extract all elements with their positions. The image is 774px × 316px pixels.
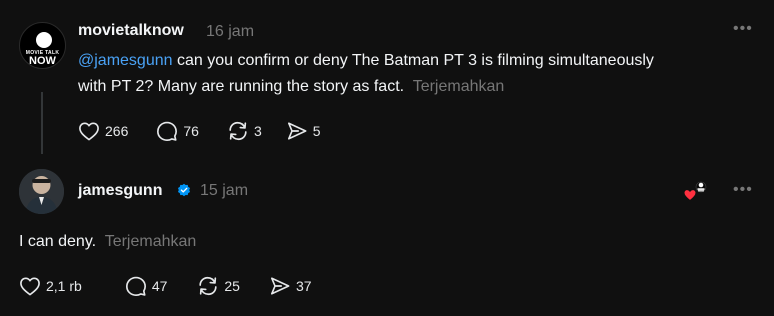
repost-icon xyxy=(229,121,247,141)
username-jamesgunn[interactable]: jamesgunn xyxy=(78,182,162,200)
post-time[interactable]: 15 jam xyxy=(200,182,248,200)
share-count: 5 xyxy=(312,123,321,139)
like-button[interactable]: 2,1 rb xyxy=(19,276,82,296)
send-icon xyxy=(287,122,307,140)
send-icon xyxy=(270,277,290,295)
mention-link[interactable]: @jamesgunn xyxy=(78,52,173,69)
avatar-jamesgunn[interactable] xyxy=(19,169,64,214)
post2-actions: 2,1 rb 47 25 37 xyxy=(19,275,312,297)
repost-button[interactable]: 25 xyxy=(197,275,240,297)
repost-count: 3 xyxy=(253,123,262,139)
like-count: 2,1 rb xyxy=(46,278,82,294)
comment-icon xyxy=(125,276,146,296)
post-time[interactable]: 16 jam xyxy=(206,23,254,41)
repost-button[interactable]: 3 xyxy=(227,120,262,142)
author-liked-icon xyxy=(683,181,707,202)
author-liked-indicator[interactable] xyxy=(683,181,709,203)
translate-link[interactable]: Terjemahkan xyxy=(105,233,197,250)
heart-icon xyxy=(79,122,99,141)
post-text: @jamesgunn can you confirm or deny The B… xyxy=(78,48,758,100)
more-options-icon[interactable]: ••• xyxy=(733,181,753,199)
like-button[interactable]: 266 xyxy=(78,121,128,141)
share-button[interactable]: 5 xyxy=(286,121,321,141)
reply-count: 47 xyxy=(151,278,168,294)
username-movietalknow[interactable]: movietalknow xyxy=(78,22,184,40)
share-button[interactable]: 37 xyxy=(269,276,312,296)
repost-icon xyxy=(199,276,218,296)
post-text-content: I can deny. xyxy=(19,233,97,250)
like-count: 266 xyxy=(105,123,129,139)
translate-link[interactable]: Terjemahkan xyxy=(413,78,505,95)
post-text: I can deny. Terjemahkan xyxy=(19,229,196,255)
verified-badge-icon xyxy=(177,183,191,197)
more-options-icon[interactable]: ••• xyxy=(733,20,753,38)
heart-icon xyxy=(20,277,40,296)
reply-button[interactable]: 47 xyxy=(125,275,168,297)
repost-count: 25 xyxy=(224,278,240,294)
post1-actions: 266 76 3 5 xyxy=(78,120,321,142)
logo-bubble-icon xyxy=(36,32,52,48)
thread-line xyxy=(41,92,43,154)
reply-count: 76 xyxy=(183,123,199,139)
reply-button[interactable]: 76 xyxy=(156,120,199,142)
post-text-line2: with PT 2? Many are running the story as… xyxy=(78,78,405,95)
avatar-movietalknow[interactable]: MOVIE TALK NOW xyxy=(19,22,66,69)
share-count: 37 xyxy=(295,278,312,294)
comment-icon xyxy=(157,121,178,141)
post-text-line1: can you confirm or deny The Batman PT 3 … xyxy=(172,52,654,69)
avatar-logo-big-text: NOW xyxy=(29,55,56,67)
avatar-photo-icon xyxy=(19,169,64,214)
